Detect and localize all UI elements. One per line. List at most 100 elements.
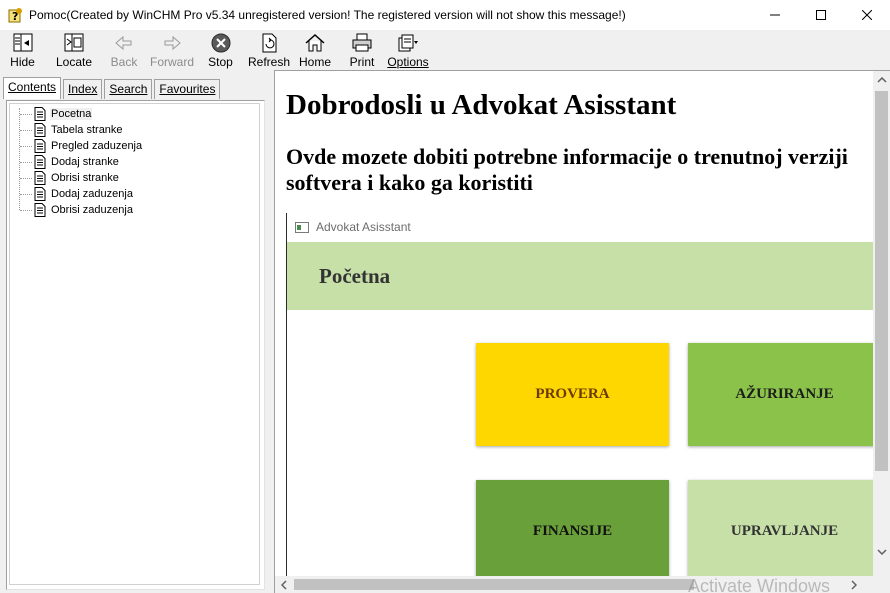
close-icon	[862, 10, 872, 20]
page-subheading: Ovde mozete dobiti potrebne informacije …	[286, 144, 848, 195]
chevron-up-icon	[876, 76, 887, 83]
page-icon	[34, 139, 46, 153]
forward-label: Forward	[149, 55, 194, 69]
tab-favourites[interactable]: Favourites	[154, 79, 221, 99]
tree-item-dodaj-stranke[interactable]: Dodaj stranke	[17, 154, 120, 170]
tile-label: AŽURIRANJE	[735, 386, 834, 402]
help-file-icon: ?	[8, 8, 22, 23]
refresh-label: Refresh	[247, 55, 291, 69]
page-heading: Dobrodosli u Advokat Asisstant	[286, 89, 677, 121]
tree-item-obrisi-stranke[interactable]: Obrisi stranke	[17, 170, 120, 186]
forward-arrow-icon	[164, 35, 181, 51]
document-view: Dobrodosli u Advokat Asisstant Ovde moze…	[275, 71, 873, 576]
tile-label: UPRAVLJANJE	[730, 523, 839, 539]
stop-label: Stop	[208, 55, 233, 69]
home-label: Home	[298, 55, 331, 69]
hide-icon	[13, 33, 32, 52]
tile-upravljanje: UPRAVLJANJE	[688, 480, 873, 576]
contents-tree[interactable]: Pocetna Tabela stranke Pregled zaduzenja…	[6, 100, 265, 590]
print-button[interactable]: Print	[347, 30, 377, 70]
tree-item-label: Pocetna	[50, 108, 93, 120]
hide-label: Hide	[10, 55, 35, 69]
back-button[interactable]: Back	[104, 30, 144, 70]
tree-item-dodaj-zaduzenja[interactable]: Dodaj zaduzenja	[17, 186, 134, 202]
page-icon	[34, 155, 46, 169]
tile-finansije: FINANSIJE	[476, 480, 669, 576]
window-title: Pomoc(Created by WinCHM Pro v5.34 unregi…	[29, 8, 626, 22]
locate-button[interactable]: Locate	[49, 30, 99, 70]
print-label: Print	[349, 55, 375, 69]
chevron-right-icon	[850, 579, 857, 590]
maximize-icon	[816, 10, 826, 20]
tree-item-label: Obrisi zaduzenja	[51, 204, 133, 216]
page-icon	[34, 187, 46, 201]
page-icon	[34, 107, 46, 121]
activate-windows-watermark: Activate Windows	[688, 576, 831, 593]
page-icon	[34, 203, 46, 217]
refresh-button[interactable]: Refresh	[248, 30, 290, 70]
tree-item-label: Dodaj zaduzenja	[51, 188, 133, 200]
window-icon	[295, 221, 309, 233]
scrollbar-corner	[873, 576, 890, 593]
tab-index[interactable]: Index	[63, 79, 103, 99]
tab-favourites-label: Favourites	[159, 82, 216, 96]
tree-item-label: Tabela stranke	[51, 124, 123, 136]
back-arrow-icon	[115, 35, 132, 51]
minimize-button[interactable]	[752, 0, 798, 30]
locate-icon	[64, 33, 84, 52]
nav-tabs: Contents Index Search Favourites	[3, 77, 222, 99]
options-button[interactable]: Options	[387, 30, 429, 70]
screenshot-header: Početna	[287, 242, 873, 310]
scroll-up-button[interactable]	[873, 71, 890, 88]
scroll-right-button[interactable]	[845, 576, 862, 593]
minimize-icon	[770, 14, 780, 16]
scroll-left-button[interactable]	[275, 576, 292, 593]
stop-button[interactable]: Stop	[203, 30, 238, 70]
home-button[interactable]: Home	[297, 30, 333, 70]
page-icon	[34, 171, 46, 185]
scroll-down-button[interactable]	[873, 543, 890, 560]
maximize-button[interactable]	[798, 0, 844, 30]
vertical-scrollbar[interactable]	[873, 71, 890, 576]
vertical-scroll-thumb[interactable]	[875, 91, 888, 471]
print-icon	[352, 33, 372, 52]
tree-item-label: Obrisi stranke	[51, 172, 119, 184]
refresh-icon	[262, 33, 277, 53]
options-label: Options	[387, 55, 429, 69]
stop-icon	[211, 33, 230, 53]
screenshot-title-bar: Advokat Asisstant	[295, 220, 411, 234]
content-pane: Dobrodosli u Advokat Asisstant Ovde moze…	[274, 70, 890, 593]
tile-label: PROVERA	[535, 386, 610, 402]
tab-contents[interactable]: Contents	[3, 77, 62, 99]
chevron-down-icon	[876, 548, 887, 555]
tile-label: FINANSIJE	[532, 523, 613, 539]
tab-search[interactable]: Search	[104, 79, 153, 99]
tile-azuriranje: AŽURIRANJE	[688, 343, 873, 446]
tab-contents-label: Contents	[8, 80, 57, 94]
horizontal-scroll-thumb[interactable]	[294, 579, 694, 590]
toolbar: Hide Locate Back Forward Stop Refresh Ho…	[0, 30, 890, 70]
tile-provera: PROVERA	[476, 343, 669, 446]
locate-label: Locate	[55, 55, 93, 69]
navigation-pane: Contents Index Search Favourites Pocetna…	[0, 70, 268, 593]
tree-item-label: Pregled zaduzenja	[51, 140, 143, 152]
options-icon	[398, 34, 418, 52]
app-screenshot: Advokat Asisstant Početna PROVERA AŽURIR…	[286, 213, 873, 576]
tree-item-pregled-zaduzenja[interactable]: Pregled zaduzenja	[17, 138, 143, 154]
tree-item-obrisi-zaduzenja[interactable]: Obrisi zaduzenja	[17, 202, 134, 218]
home-icon	[305, 33, 325, 52]
tree-item-label: Dodaj stranke	[51, 156, 119, 168]
tree-item-tabela-stranke[interactable]: Tabela stranke	[17, 122, 124, 138]
tab-index-label: Index	[68, 82, 98, 96]
chevron-left-icon	[280, 579, 287, 590]
tree-item-pocetna[interactable]: Pocetna	[17, 106, 93, 122]
title-bar: ? Pomoc(Created by WinCHM Pro v5.34 unre…	[0, 0, 890, 30]
page-icon	[34, 123, 46, 137]
back-label: Back	[110, 55, 138, 69]
screenshot-window-title: Advokat Asisstant	[316, 220, 411, 234]
close-button[interactable]	[844, 0, 890, 30]
hide-button[interactable]: Hide	[4, 30, 41, 70]
tab-search-label: Search	[109, 82, 148, 96]
forward-button[interactable]: Forward	[148, 30, 196, 70]
screenshot-page-header: Početna	[319, 264, 391, 288]
